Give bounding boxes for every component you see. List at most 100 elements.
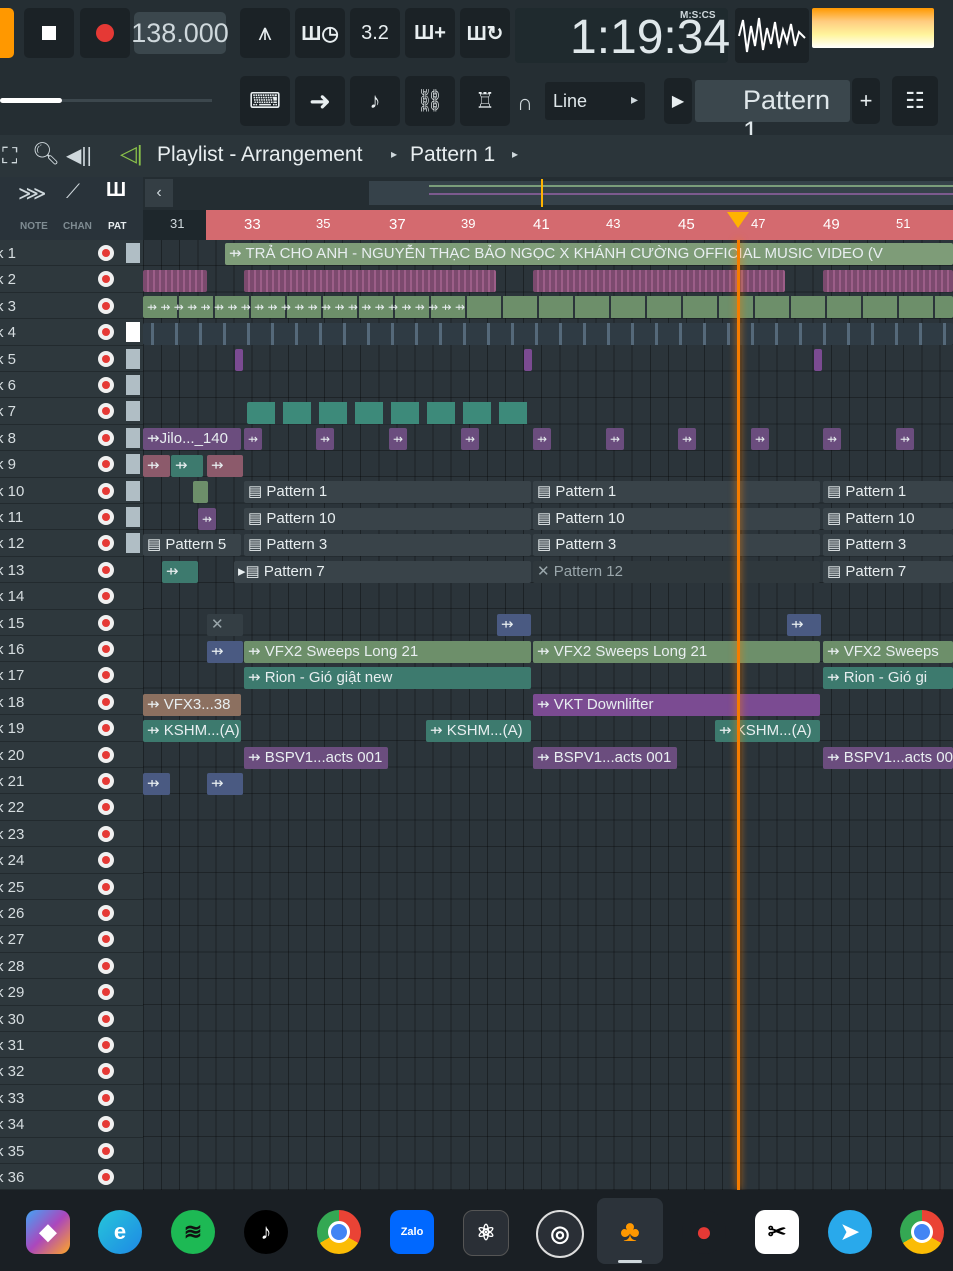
audio-clip-song[interactable]: ⇸ TRẢ CHO ANH - NGUYỄN THẠC BẢO NGỌC X K… [225, 243, 953, 265]
play-button[interactable] [0, 8, 14, 58]
track-header[interactable]: k 16 [0, 636, 143, 663]
pattern-tool-icon[interactable]: Ш [106, 179, 126, 202]
audio-clip[interactable]: ⇸ [207, 641, 243, 663]
track-header[interactable]: k 8 [0, 424, 143, 452]
audio-clip-row[interactable]: ⇸ ⇸ ⇸ ⇸ ⇸ ⇸ ⇸ ⇸ ⇸ ⇸ ⇸ ⇸ ⇸ ⇸ ⇸ ⇸ ⇸ ⇸ ⇸ ⇸ … [143, 296, 953, 318]
track-mute-button[interactable] [98, 297, 114, 314]
track-header[interactable]: k 12 [0, 530, 143, 557]
zalo-icon[interactable]: Zalo [390, 1210, 434, 1254]
audio-clip[interactable]: ⇸ [244, 428, 262, 450]
pattern-clip-10[interactable]: ▤ Pattern 10 [823, 508, 953, 530]
audio-clip-kshm[interactable]: ⇸ KSHM...(A) [426, 720, 531, 742]
track-header[interactable]: k 23 [0, 820, 143, 848]
audio-clip[interactable]: ⇸ [751, 428, 769, 450]
track-mute-button[interactable] [98, 1142, 114, 1159]
track-header[interactable]: k 4 [0, 319, 143, 346]
audio-clip-bspv[interactable]: ⇸ BSPV1...acts 00 [823, 747, 953, 769]
pattern-clip-1[interactable]: ▤ Pattern 1 [823, 481, 953, 503]
track-header[interactable]: k 34 [0, 1111, 143, 1138]
track-header[interactable]: k 27 [0, 926, 143, 953]
track-header[interactable]: k 17 [0, 662, 143, 689]
fullscreen-icon[interactable]: ⛶ [2, 143, 17, 169]
track-mute-button[interactable] [98, 746, 114, 763]
track-mute-button[interactable] [98, 324, 114, 341]
track-mute-button[interactable] [98, 720, 114, 737]
track-header[interactable]: k 14 [0, 583, 143, 610]
audio-clip[interactable]: ⇸ [678, 428, 696, 450]
audio-clip[interactable]: ⇸ [143, 455, 170, 477]
audio-clip-rion[interactable]: ⇸ Rion - Gió giật new [244, 667, 531, 689]
pattern-clip-1[interactable]: ▤ Pattern 1 [533, 481, 820, 503]
track-mute-button[interactable] [98, 1116, 114, 1133]
pattern-clip-3[interactable]: ▤ Pattern 3 [823, 534, 953, 556]
track-mute-button[interactable] [98, 931, 114, 948]
magnet-icon[interactable]: ∩ [517, 90, 533, 116]
track-header[interactable]: k 10 [0, 477, 143, 504]
track-header[interactable]: k 15 [0, 609, 143, 636]
slide-tool-button[interactable]: ♪ [350, 76, 400, 126]
mixer-button[interactable]: ☷ [892, 76, 938, 126]
automation-tool-icon[interactable]: ⟋ [66, 181, 80, 204]
track-mute-button[interactable] [98, 429, 114, 446]
track-header[interactable]: k 25 [0, 873, 143, 900]
pattern-clip[interactable] [143, 323, 953, 345]
copilot-icon[interactable]: ◆ [26, 1210, 70, 1254]
pattern-clip-7[interactable]: ▸▤ Pattern 7 [234, 561, 531, 583]
track-mute-button[interactable] [98, 852, 114, 869]
track-header[interactable]: k 33 [0, 1084, 143, 1112]
add-pattern-button[interactable]: + [852, 78, 880, 124]
pattern-selector[interactable]: Pattern 1 [695, 80, 850, 146]
audio-clip[interactable]: ⇸ [198, 508, 216, 530]
audio-clip[interactable]: ⇸ [497, 614, 531, 636]
track-header[interactable]: k 3 [0, 292, 143, 320]
tab-chan[interactable]: CHAN [63, 221, 92, 232]
track-mute-button[interactable] [98, 1063, 114, 1080]
track-header[interactable]: k 36 [0, 1164, 143, 1191]
track-header[interactable]: k 11 [0, 504, 143, 531]
pattern-clip[interactable] [244, 270, 496, 292]
pattern-clip-12[interactable]: ✕ Pattern 12 [533, 561, 820, 583]
master-volume-slider[interactable] [0, 98, 220, 104]
audio-clip[interactable]: ⇸ [143, 773, 170, 795]
muted-clip[interactable]: ✕ [207, 614, 243, 636]
audio-clip-vfx2[interactable]: ⇸ VFX2 Sweeps [823, 641, 953, 663]
track-mute-button[interactable] [98, 1010, 114, 1027]
track-mute-button[interactable] [98, 377, 114, 393]
fl-studio-icon[interactable]: ♣ [608, 1210, 652, 1254]
audio-clip[interactable]: ⇸ [787, 614, 821, 636]
tiktok-icon[interactable]: ♪ [244, 1210, 288, 1254]
track-header[interactable]: k 30 [0, 1005, 143, 1032]
link-tool-button[interactable]: ⛓ [405, 76, 455, 126]
track-mute-button[interactable] [98, 693, 114, 710]
pattern-clip[interactable] [247, 402, 529, 424]
track-header[interactable]: k 24 [0, 847, 143, 874]
track-mute-button[interactable] [98, 1169, 114, 1185]
track-header[interactable]: k 6 [0, 372, 143, 399]
pattern-prev-button[interactable]: ▶ [664, 78, 692, 124]
loop-record-button[interactable]: Ш↻ [460, 8, 510, 58]
pattern-clip[interactable] [814, 349, 822, 371]
track-mute-button[interactable] [98, 482, 114, 499]
track-header[interactable]: k 5 [0, 345, 143, 372]
track-mute-button[interactable] [98, 509, 114, 525]
track-header[interactable]: k 13 [0, 556, 143, 584]
pattern-clip-7[interactable]: ▤ Pattern 7 [823, 561, 953, 583]
arrow-tool-button[interactable]: ➜ [295, 76, 345, 126]
countdown-button[interactable]: 3.2 [350, 8, 400, 58]
track-header[interactable]: k 9 [0, 451, 143, 478]
tab-pat[interactable]: PAT [108, 221, 127, 232]
audio-clip[interactable]: ⇸ [896, 428, 914, 450]
audio-clip[interactable]: ⇸ [171, 455, 203, 477]
playhead-marker[interactable] [727, 212, 749, 228]
audio-clip-vkt[interactable]: ⇸ VKT Downlifter [533, 694, 820, 716]
audio-clip-bspv[interactable]: ⇸ BSPV1...acts 001 [244, 747, 388, 769]
audio-clip[interactable]: ⇸ [207, 455, 243, 477]
piano-roll-button[interactable]: ⌨ [240, 76, 290, 126]
track-mute-button[interactable] [98, 905, 114, 921]
stop-button[interactable] [24, 8, 74, 58]
zoom-icon[interactable]: 🔍︎ [32, 141, 60, 167]
title-pattern[interactable]: Pattern 1 [410, 143, 495, 167]
atom-icon[interactable]: ⚛ [463, 1210, 509, 1256]
track-mute-button[interactable] [98, 641, 114, 657]
pattern-clip-10[interactable]: ▤ Pattern 10 [244, 508, 531, 530]
